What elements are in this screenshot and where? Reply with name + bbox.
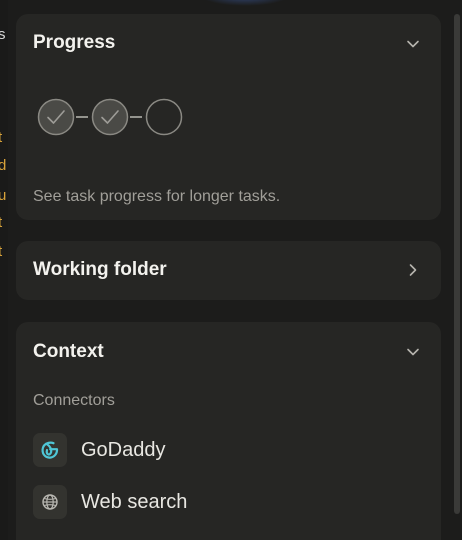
progress-panel: Progress See task progress for longer ta…: [16, 14, 441, 220]
clipped-text: t: [0, 214, 3, 231]
chevron-down-icon[interactable]: [405, 36, 421, 52]
step-3-pending-icon: [145, 98, 183, 136]
connector-label: Web search: [81, 490, 188, 513]
clipped-text: u: [0, 187, 7, 204]
progress-title: Progress: [33, 32, 116, 53]
scrollbar[interactable]: [454, 14, 460, 514]
chevron-right-icon[interactable]: [405, 262, 421, 278]
globe-icon: [33, 485, 67, 519]
clipped-text: t: [0, 129, 3, 146]
godaddy-icon: [33, 433, 67, 467]
background-app-edge: s t d u t t: [0, 0, 8, 540]
progress-hint: See task progress for longer tasks.: [33, 188, 281, 205]
context-panel: Context Connectors GoDaddy Web search: [16, 322, 441, 540]
clipped-text: s: [0, 26, 6, 43]
clipped-text: d: [0, 157, 7, 174]
clipped-text: t: [0, 243, 3, 260]
connector-godaddy[interactable]: GoDaddy: [33, 433, 166, 467]
working-folder-panel[interactable]: Working folder: [16, 241, 441, 300]
step-1-check-icon: [37, 98, 75, 136]
context-title: Context: [33, 341, 104, 362]
chevron-down-icon[interactable]: [405, 344, 421, 360]
connectors-label: Connectors: [33, 392, 115, 409]
connector-label: GoDaddy: [81, 438, 166, 461]
working-folder-title: Working folder: [33, 259, 167, 280]
top-glow: [200, 0, 290, 6]
step-2-check-icon: [91, 98, 129, 136]
progress-steps: [37, 98, 183, 136]
connector-web-search[interactable]: Web search: [33, 485, 187, 519]
